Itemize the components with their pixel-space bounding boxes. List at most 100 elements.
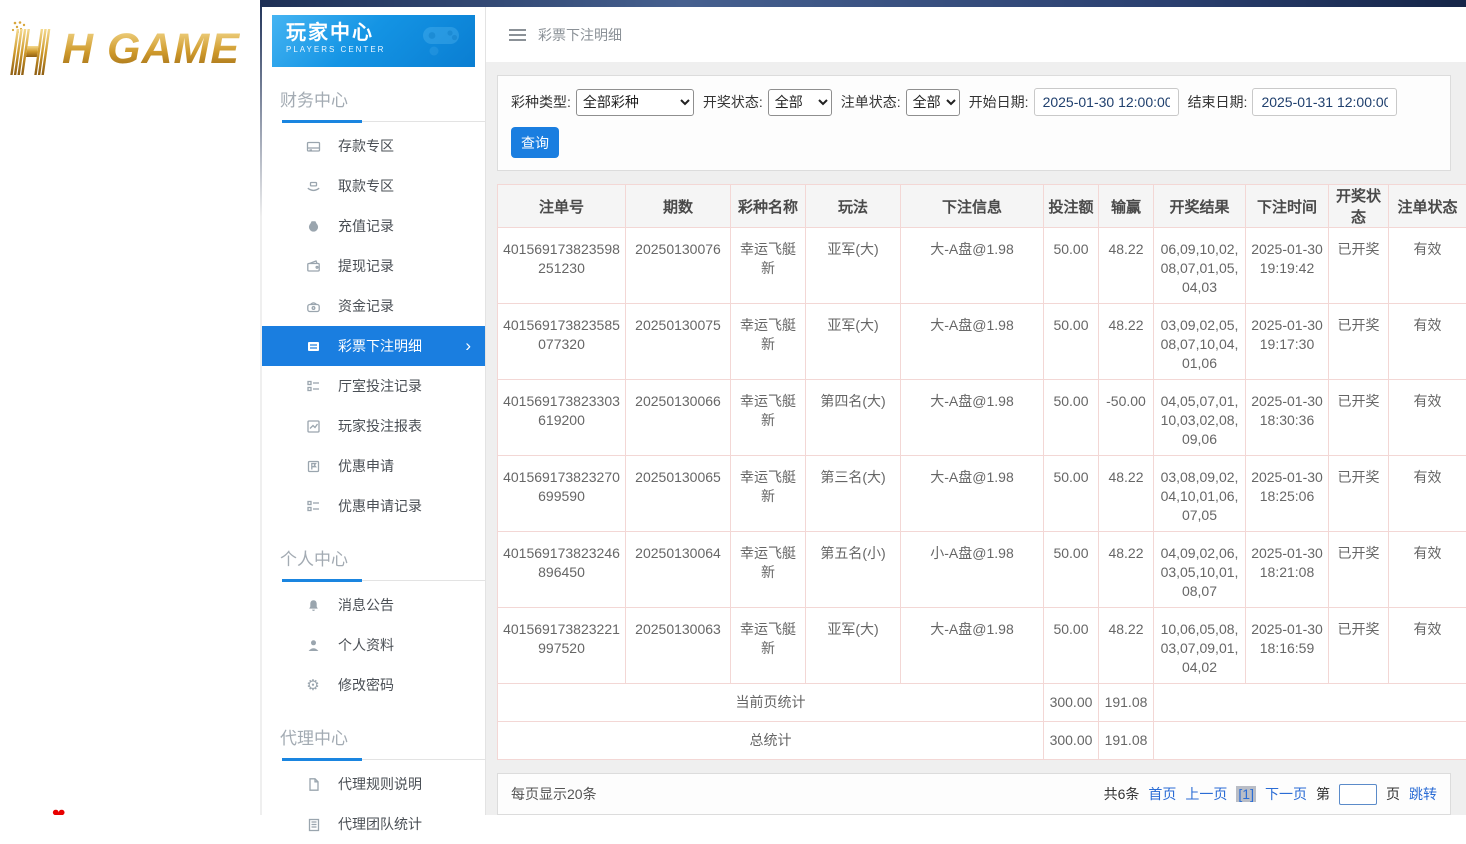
current-page-indicator[interactable]: [1] [1236,786,1256,802]
sidebar-item-label: 彩票下注明细 [338,336,422,356]
table-cell: -50.00 [1099,380,1154,456]
sidebar-item-label: 玩家投注报表 [338,416,422,436]
sidebar-item-label: 资金记录 [338,296,394,316]
draw-status-select[interactable]: 全部 [768,89,832,116]
jump-link[interactable]: 跳转 [1409,784,1437,804]
col-header: 注单状态 [1389,185,1466,228]
start-date-label: 开始日期: [969,92,1029,112]
end-date-input[interactable] [1252,88,1397,116]
next-page-link[interactable]: 下一页 [1265,784,1307,804]
sidebar-header: 玩家中心 PLAYERS CENTER [272,15,475,67]
col-header: 输赢 [1099,185,1154,228]
table-cell: 48.22 [1099,532,1154,608]
table-cell: 幸运飞艇新 [731,380,806,456]
table-cell: 大-A盘@1.98 [901,304,1044,380]
sidebar-item-promo-apply[interactable]: 优惠申请 [262,446,485,486]
pager-controls: 共6条 首页 上一页 [1] 下一页 第 页 跳转 [1104,784,1437,805]
table-cell: 20250130063 [626,608,731,684]
top-navy-strip [260,0,1466,7]
bank-card-icon [305,139,321,154]
query-button[interactable]: 查询 [511,127,559,158]
table-cell: 大-A盘@1.98 [901,380,1044,456]
table-cell: 已开奖 [1329,456,1389,532]
table-row: 40156917382327069959020250130065幸运飞艇新第三名… [498,456,1466,532]
table-cell: 已开奖 [1329,304,1389,380]
col-header: 开奖状态 [1329,185,1389,228]
table-cell: 50.00 [1044,532,1099,608]
table-cell: 幸运飞艇新 [731,532,806,608]
filter-panel: 彩种类型: 全部彩种 开奖状态: 全部 注单状态: 全部 开始日期: 结束日期:… [497,75,1451,171]
table-cell: 已开奖 [1329,228,1389,304]
summary-filler [1154,684,1466,722]
sidebar-item-label: 个人资料 [338,635,394,655]
sidebar-item-recharge-record[interactable]: 充值记录 [262,206,485,246]
start-date-input[interactable] [1034,88,1179,116]
hamburger-menu-icon[interactable] [509,29,526,41]
sidebar-item-player-bet-report[interactable]: 玩家投注报表 [262,406,485,446]
bet-detail-icon [305,339,321,354]
document-icon [305,777,321,792]
purse-icon [305,299,321,314]
topbar: 彩票下注明细 [486,7,1466,62]
gamepad-icon [421,23,465,57]
brand-logo: H GAME [8,20,240,78]
sidebar-item-label: 修改密码 [338,675,394,695]
sidebar-item-label: 存款专区 [338,136,394,156]
money-bag-icon [305,219,321,234]
table-cell: 大-A盘@1.98 [901,608,1044,684]
main-content: 彩票下注明细 彩种类型: 全部彩种 开奖状态: 全部 注单状态: 全部 开始日期… [486,7,1466,815]
table-cell: 有效 [1389,532,1466,608]
first-page-link[interactable]: 首页 [1148,784,1176,804]
table-cell: 401569173823598251230 [498,228,626,304]
sidebar-item-label: 充值记录 [338,216,394,236]
table-cell: 亚军(大) [806,608,901,684]
brand-text: H GAME [62,20,240,78]
sidebar-item-deposit-zone[interactable]: 存款专区 [262,126,485,166]
sidebar-item-promo-apply-record[interactable]: 优惠申请记录 [262,486,485,526]
table-cell: 401569173823246896450 [498,532,626,608]
bet-status-select[interactable]: 全部 [906,89,960,116]
table-cell: 20250130065 [626,456,731,532]
sidebar-item-change-password[interactable]: ⚙ 修改密码 [262,665,485,705]
sidebar-section-personal: 个人中心 [280,545,485,570]
table-cell: 幸运飞艇新 [731,304,806,380]
sidebar-item-withdrawal-record[interactable]: 提现记录 [262,246,485,286]
red-heart-icon: ❤ [52,805,65,815]
team-stats-icon [305,817,321,832]
table-cell: 401569173823221997520 [498,608,626,684]
table-cell: 2025-01-30 18:16:59 [1246,608,1329,684]
app-window: 玩家中心 PLAYERS CENTER 财务中心 存款专区 [260,0,1466,815]
table-cell: 大-A盘@1.98 [901,456,1044,532]
sidebar-item-label: 优惠申请记录 [338,496,422,516]
lottery-type-select[interactable]: 全部彩种 [576,89,694,116]
page-jump-input[interactable] [1339,784,1377,805]
summary-bet-total: 300.00 [1044,722,1099,760]
sidebar-item-agent-rules[interactable]: 代理规则说明 [262,764,485,804]
prev-page-link[interactable]: 上一页 [1185,784,1227,804]
sidebar-item-hall-bet-record[interactable]: 厅室投注记录 [262,366,485,406]
sidebar-item-lottery-bet-detail[interactable]: 彩票下注明细 › [262,326,485,366]
table-cell: 幸运飞艇新 [731,608,806,684]
person-icon [305,638,321,653]
chevron-right-icon: › [465,326,471,366]
col-header: 下注信息 [901,185,1044,228]
table-cell: 50.00 [1044,304,1099,380]
promo-apply-icon [305,459,321,474]
table-cell: 06,09,10,02,08,07,01,05,04,03 [1154,228,1246,304]
sidebar-item-label: 代理规则说明 [338,774,422,794]
table-cell: 亚军(大) [806,228,901,304]
table-cell: 50.00 [1044,608,1099,684]
filter-row: 彩种类型: 全部彩种 开奖状态: 全部 注单状态: 全部 开始日期: 结束日期: [511,88,1437,116]
bet-table-body: 40156917382359825123020250130076幸运飞艇新亚军(… [498,228,1466,760]
table-row: 40156917382324689645020250130064幸运飞艇新第五名… [498,532,1466,608]
table-cell: 幸运飞艇新 [731,228,806,304]
table-cell: 48.22 [1099,228,1154,304]
table-cell: 有效 [1389,228,1466,304]
sidebar-item-agent-team-stats[interactable]: 代理团队统计 [262,804,485,844]
summary-win-loss: 191.08 [1099,684,1154,722]
summary-win-loss: 191.08 [1099,722,1154,760]
sidebar-item-funds-record[interactable]: 资金记录 [262,286,485,326]
sidebar-item-messages[interactable]: 消息公告 [262,585,485,625]
sidebar-item-profile[interactable]: 个人资料 [262,625,485,665]
sidebar-item-withdraw-zone[interactable]: 取款专区 [262,166,485,206]
